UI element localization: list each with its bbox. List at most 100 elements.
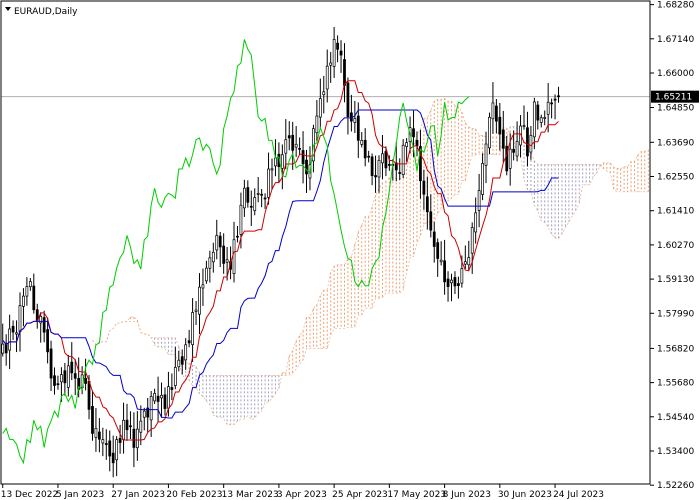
candle-body bbox=[294, 143, 298, 148]
candle bbox=[498, 102, 502, 151]
candle-body bbox=[87, 380, 91, 410]
candle bbox=[294, 126, 298, 157]
candle bbox=[63, 362, 67, 396]
candle-body bbox=[346, 82, 350, 117]
candle bbox=[494, 99, 498, 134]
candle bbox=[432, 221, 436, 263]
y-tick-label: 1.59130 bbox=[657, 275, 694, 285]
candle-body bbox=[367, 155, 371, 158]
candle bbox=[353, 100, 357, 133]
candle-body bbox=[18, 305, 22, 332]
current-price-label: 1.65211 bbox=[651, 90, 699, 103]
candle-body bbox=[191, 312, 194, 345]
x-tick-label: 24 Jul 2023 bbox=[553, 490, 604, 500]
triangle-down-icon[interactable] bbox=[5, 7, 11, 11]
candle bbox=[18, 292, 22, 352]
candle bbox=[539, 114, 543, 128]
chart-svg[interactable]: 1.68280 1.67140 1.66000 1.64850 1.63690 1.625… bbox=[0, 0, 700, 500]
candle-body bbox=[467, 257, 471, 266]
candle-body bbox=[11, 325, 15, 333]
candle-body bbox=[198, 286, 201, 315]
candle bbox=[429, 194, 433, 238]
candle-body bbox=[398, 172, 402, 174]
candle bbox=[218, 232, 222, 268]
candle bbox=[108, 430, 112, 472]
candle bbox=[360, 132, 364, 148]
candle-body bbox=[177, 359, 181, 368]
candle-body bbox=[1, 343, 5, 354]
candle bbox=[501, 110, 505, 163]
candle-body bbox=[405, 142, 409, 147]
candle bbox=[73, 359, 77, 396]
x-tick-label: 3 Apr 2023 bbox=[277, 490, 327, 500]
candle-body bbox=[329, 62, 333, 66]
candle-body bbox=[515, 141, 519, 157]
candle bbox=[270, 158, 274, 190]
candle-body bbox=[167, 386, 170, 409]
candle-body bbox=[315, 115, 319, 134]
candle bbox=[343, 43, 346, 103]
candle-body bbox=[94, 428, 98, 438]
candle-body bbox=[532, 101, 536, 138]
y-tick-label: 1.55680 bbox=[657, 379, 694, 389]
y-tick-label: 1.61410 bbox=[657, 207, 694, 217]
tenkan-sen-line bbox=[2, 80, 559, 441]
x-tick-label: 20 Feb 2023 bbox=[166, 490, 222, 500]
x-tick-label: 25 Apr 2023 bbox=[332, 490, 388, 500]
candle-body bbox=[232, 239, 236, 274]
candle-body bbox=[550, 102, 554, 105]
candle bbox=[194, 301, 198, 325]
candle-body bbox=[501, 129, 505, 149]
candle bbox=[488, 112, 491, 155]
candle-body bbox=[363, 139, 367, 159]
candle-body bbox=[222, 245, 226, 264]
candle bbox=[173, 346, 177, 390]
candle-body bbox=[305, 159, 308, 175]
candle bbox=[198, 273, 201, 335]
candle bbox=[381, 134, 384, 180]
candle bbox=[170, 373, 174, 401]
y-tick-label: 1.62550 bbox=[657, 173, 694, 183]
candle-body bbox=[557, 95, 560, 98]
candle-body bbox=[491, 102, 495, 120]
chart-title-group: EURAUD,Daily bbox=[5, 7, 78, 17]
candle bbox=[22, 288, 25, 327]
candle-body bbox=[111, 452, 115, 464]
candle-body bbox=[536, 104, 540, 121]
candle-body bbox=[187, 340, 191, 344]
candle-body bbox=[432, 231, 436, 247]
candle-body bbox=[135, 428, 139, 449]
candle bbox=[515, 121, 519, 162]
candle-body bbox=[215, 235, 219, 251]
candle bbox=[443, 239, 446, 295]
candle bbox=[453, 271, 457, 295]
candle-body bbox=[115, 439, 119, 461]
candle bbox=[56, 375, 60, 390]
candle-body bbox=[425, 196, 429, 213]
candle-body bbox=[46, 329, 49, 353]
candle-body bbox=[439, 259, 443, 263]
candle-body bbox=[236, 235, 239, 238]
candle-body bbox=[284, 139, 288, 154]
candle bbox=[463, 245, 467, 270]
y-tick-label: 1.68280 bbox=[657, 1, 694, 11]
candle-body bbox=[339, 50, 343, 56]
candle bbox=[425, 176, 429, 230]
candle bbox=[249, 190, 253, 226]
candle bbox=[146, 397, 150, 433]
candle-body bbox=[488, 116, 491, 149]
x-tick-label: 8 Jun 2023 bbox=[443, 490, 491, 500]
candle bbox=[201, 268, 205, 306]
y-tick-label: 1.63690 bbox=[657, 138, 694, 148]
candle-body bbox=[484, 143, 488, 166]
x-tick-label: 13 Dec 2022 bbox=[1, 490, 59, 500]
candle-body bbox=[170, 387, 174, 390]
y-tick-label: 1.67140 bbox=[657, 35, 694, 45]
candle-body bbox=[42, 317, 46, 333]
candle bbox=[522, 105, 526, 130]
candle-body bbox=[343, 59, 346, 86]
candle-body bbox=[49, 348, 53, 379]
candle-body bbox=[450, 279, 453, 284]
candle bbox=[322, 75, 326, 114]
candle-body bbox=[129, 425, 132, 428]
